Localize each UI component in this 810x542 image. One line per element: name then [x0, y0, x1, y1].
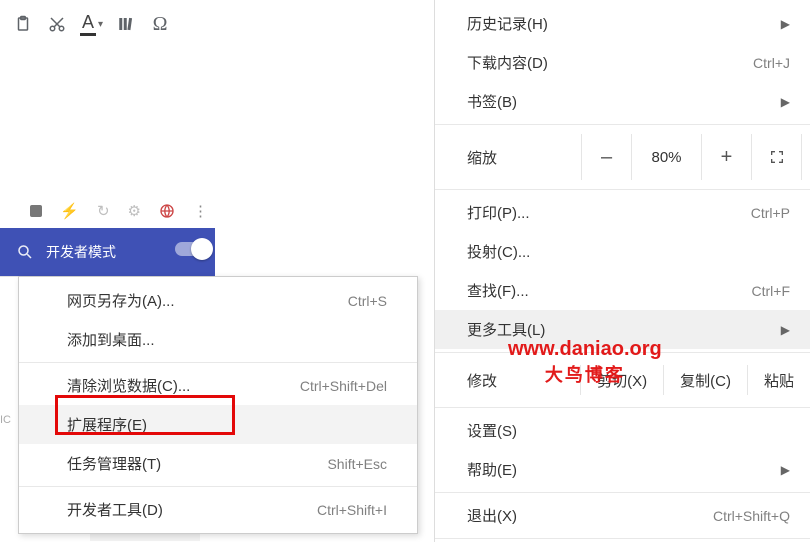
shortcut: Shift+Esc [327, 456, 387, 472]
menu-item-more-tools[interactable]: 更多工具(L) ▶ [435, 310, 810, 349]
zoom-out-button[interactable]: – [582, 134, 632, 180]
label: 更多工具(L) [467, 319, 545, 340]
label: 任务管理器(T) [67, 453, 161, 474]
divider [19, 362, 417, 363]
divider [435, 124, 810, 125]
menu-item-clear-browsing-data[interactable]: 清除浏览数据(C)... Ctrl+Shift+Del [19, 366, 417, 405]
edit-cut[interactable]: 剪切(X) [580, 365, 663, 395]
menu-item-cast[interactable]: 投射(C)... [435, 232, 810, 271]
menu-item-save-as[interactable]: 网页另存为(A)... Ctrl+S [19, 281, 417, 320]
cut-icon[interactable] [46, 13, 68, 35]
menu-item-history[interactable]: 历史记录(H) ▶ [435, 4, 810, 43]
shortcut: Ctrl+Shift+I [317, 502, 387, 518]
divider [435, 407, 810, 408]
chevron-right-icon: ▶ [781, 323, 790, 337]
menu-item-settings[interactable]: 设置(S) [435, 411, 810, 450]
text-color-control[interactable]: A ▾ [80, 12, 103, 36]
chevron-right-icon: ▶ [781, 17, 790, 31]
fullscreen-button[interactable] [752, 134, 802, 180]
menu-item-extensions[interactable]: 扩展程序(E) [19, 405, 417, 444]
divider [435, 492, 810, 493]
developer-mode-toggle[interactable] [175, 242, 209, 256]
developer-mode-label: 开发者模式 [46, 242, 116, 262]
label: 退出(X) [467, 505, 517, 526]
divider [435, 538, 810, 539]
shortcut: Ctrl+Shift+Del [300, 378, 387, 394]
kebab-menu-icon[interactable]: ⋮ [193, 202, 207, 220]
chevron-right-icon: ▶ [781, 95, 790, 109]
paste-icon[interactable] [12, 13, 34, 35]
label: 书签(B) [467, 91, 517, 112]
caret-down-icon: ▾ [98, 19, 103, 30]
edit-label: 修改 [467, 370, 497, 391]
edit-row: 修改 剪切(X) 复制(C) 粘贴 [435, 356, 810, 404]
edit-paste[interactable]: 粘贴 [747, 365, 810, 395]
zoom-value: 80% [632, 134, 702, 180]
globe-icon[interactable] [159, 203, 175, 219]
label: 扩展程序(E) [67, 414, 147, 435]
edit-copy[interactable]: 复制(C) [663, 365, 747, 395]
menu-item-downloads[interactable]: 下载内容(D) Ctrl+J [435, 43, 810, 82]
editor-toolbar: A ▾ Ω [12, 12, 171, 36]
developer-mode-bar: 开发者模式 [0, 228, 215, 276]
reload-icon[interactable]: ↻ [97, 202, 110, 220]
extension-page-fragment: ⚡ ↻ ⚙ ⋮ 开发者模式 [0, 200, 215, 277]
shortcut: Ctrl+S [348, 293, 387, 309]
label: 查找(F)... [467, 280, 529, 301]
label: 开发者工具(D) [67, 499, 163, 520]
label: 清除浏览数据(C)... [67, 375, 190, 396]
menu-item-find[interactable]: 查找(F)... Ctrl+F [435, 271, 810, 310]
shortcut: Ctrl+Shift+Q [713, 508, 790, 524]
menu-item-exit[interactable]: 退出(X) Ctrl+Shift+Q [435, 496, 810, 535]
menu-item-task-manager[interactable]: 任务管理器(T) Shift+Esc [19, 444, 417, 483]
menu-item-developer-tools[interactable]: 开发者工具(D) Ctrl+Shift+I [19, 490, 417, 529]
menu-item-print[interactable]: 打印(P)... Ctrl+P [435, 193, 810, 232]
cropped-text: IC [0, 414, 11, 426]
menu-item-bookmarks[interactable]: 书签(B) ▶ [435, 82, 810, 121]
zoom-row: 缩放 – 80% + [435, 128, 810, 186]
text-A-icon: A [80, 12, 96, 36]
label: 帮助(E) [467, 459, 517, 480]
label: 网页另存为(A)... [67, 290, 175, 311]
divider [435, 352, 810, 353]
label: 历史记录(H) [467, 13, 548, 34]
label: 下载内容(D) [467, 52, 548, 73]
browser-icon-row: ⚡ ↻ ⚙ ⋮ [0, 200, 215, 228]
zoom-in-button[interactable]: + [702, 134, 752, 180]
zoom-label: 缩放 [467, 147, 497, 168]
chevron-right-icon: ▶ [781, 463, 790, 477]
settings-icon[interactable]: ⚙ [128, 202, 141, 220]
omega-icon[interactable]: Ω [149, 13, 171, 35]
more-tools-submenu: 网页另存为(A)... Ctrl+S 添加到桌面... 清除浏览数据(C)...… [18, 276, 418, 534]
menu-item-help[interactable]: 帮助(E) ▶ [435, 450, 810, 489]
bolt-icon[interactable]: ⚡ [60, 202, 79, 220]
library-icon[interactable] [115, 13, 137, 35]
shortcut: Ctrl+J [753, 55, 790, 71]
shortcut: Ctrl+F [752, 283, 791, 299]
menu-item-add-to-desktop[interactable]: 添加到桌面... [19, 320, 417, 359]
divider [435, 189, 810, 190]
divider [19, 486, 417, 487]
shortcut: Ctrl+P [751, 205, 790, 221]
label: 投射(C)... [467, 241, 530, 262]
label: 添加到桌面... [67, 329, 155, 350]
unknown-ext-icon[interactable] [30, 205, 42, 217]
chrome-main-menu: 历史记录(H) ▶ 下载内容(D) Ctrl+J 书签(B) ▶ 缩放 – 80… [434, 0, 810, 542]
label: 打印(P)... [467, 202, 530, 223]
zoom-controls: – 80% + [581, 134, 802, 180]
search-icon[interactable] [16, 243, 34, 261]
label: 设置(S) [467, 420, 517, 441]
